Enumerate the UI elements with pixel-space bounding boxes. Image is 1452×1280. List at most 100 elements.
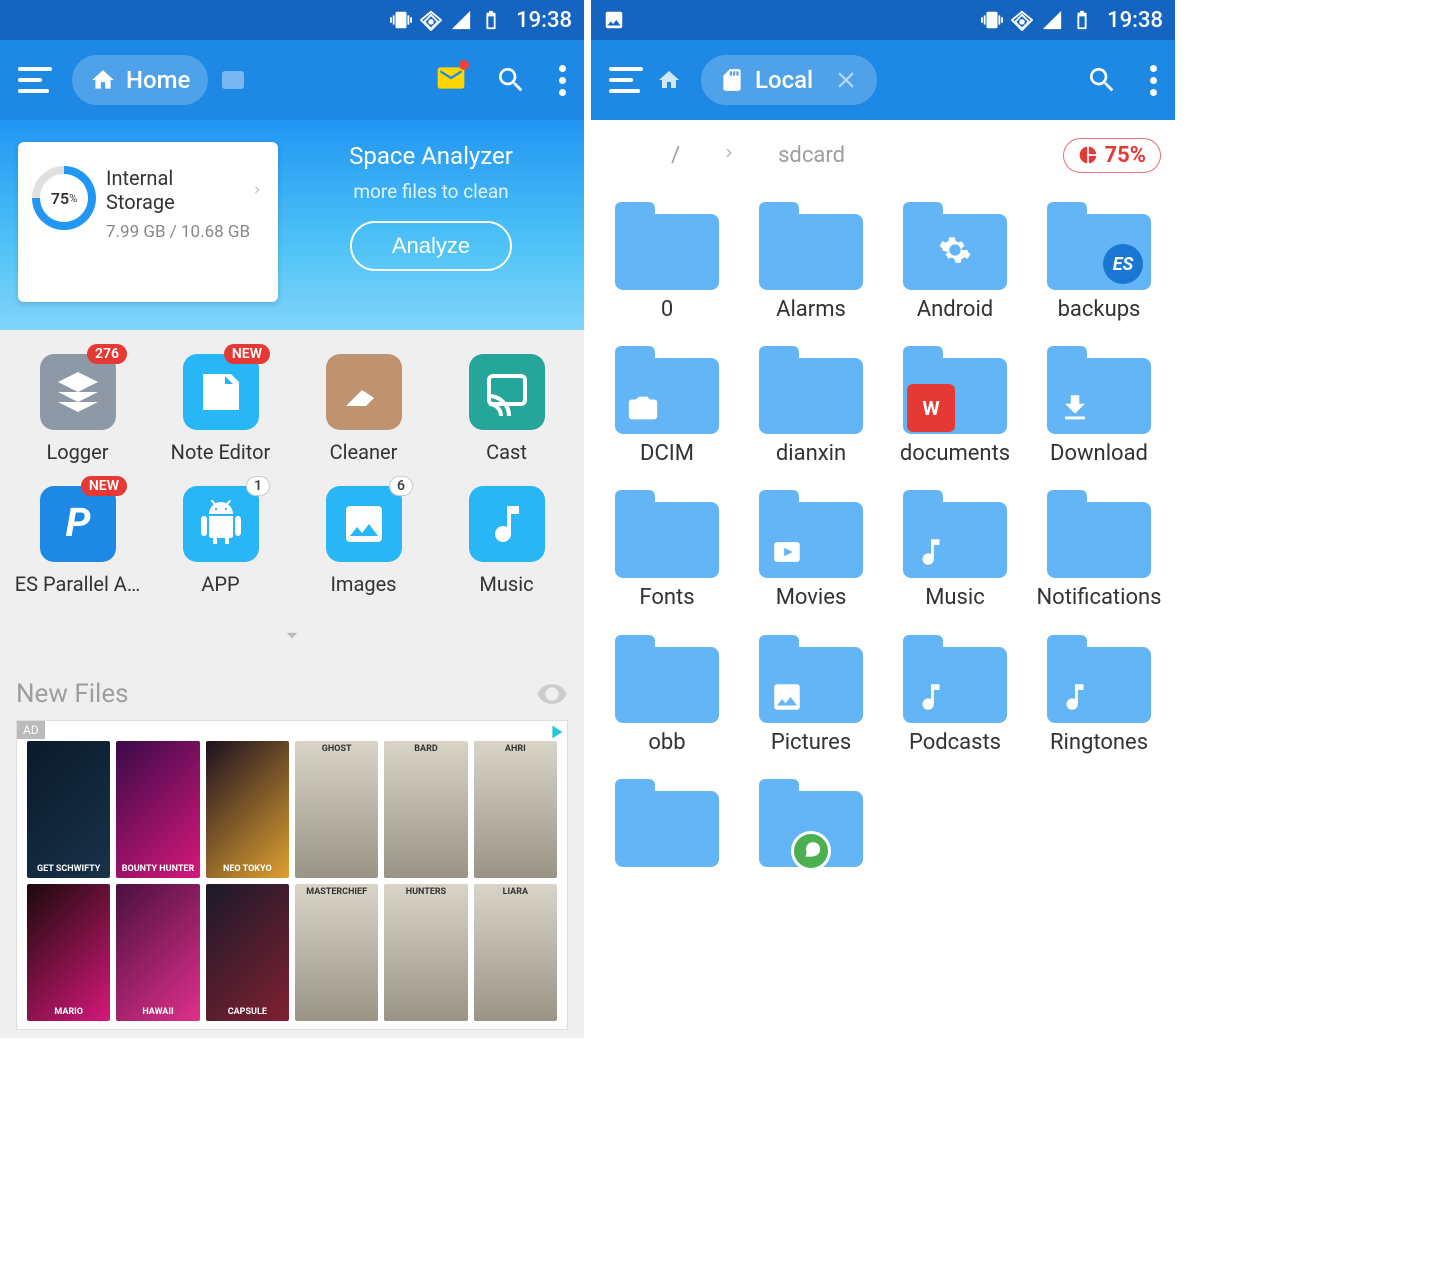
- folder-item[interactable]: Music: [883, 490, 1027, 610]
- shortcut-grid: 276LoggerNEWNote EditorCleanerCastNEWPES…: [0, 330, 584, 662]
- folder-icon: [615, 202, 719, 290]
- status-time: 19:38: [516, 8, 572, 33]
- shortcut-item[interactable]: Cast: [435, 354, 578, 464]
- folder-item[interactable]: 0: [595, 202, 739, 322]
- badge: NEW: [224, 344, 270, 364]
- hero-section: 75% Internal Storage 7.99 GB / 10.68 GB …: [0, 120, 584, 330]
- folder-label: Notifica­tions: [1027, 586, 1171, 610]
- folder-item[interactable]: [739, 779, 883, 875]
- ad-tag: AD: [17, 721, 45, 739]
- ad-tile[interactable]: MASTERCHIEF: [295, 884, 378, 1021]
- signal-icon: [1041, 9, 1063, 31]
- storage-pill[interactable]: 75%: [1063, 138, 1161, 173]
- shortcut-label: Cleaner: [292, 440, 435, 464]
- folder-item[interactable]: Android: [883, 202, 1027, 322]
- chevron-down-icon: [279, 622, 305, 648]
- folder-item[interactable]: obb: [595, 635, 739, 755]
- ad-tile[interactable]: LIARA: [474, 884, 557, 1021]
- more-button[interactable]: [555, 65, 570, 96]
- image-icon: [767, 677, 807, 717]
- ad-tile[interactable]: BOUNTY HUNTER: [116, 741, 199, 878]
- shortcut-item[interactable]: Music: [435, 486, 578, 596]
- ad-play-icon: [545, 721, 567, 747]
- eye-icon[interactable]: [536, 678, 568, 710]
- vibrate-icon: [390, 9, 412, 31]
- menu-button[interactable]: [18, 67, 52, 93]
- folder-item[interactable]: Podcasts: [883, 635, 1027, 755]
- folder-item[interactable]: Notifica­tions: [1027, 490, 1171, 610]
- home-icon: [90, 67, 116, 93]
- ad-tile[interactable]: HAWAII: [116, 884, 199, 1021]
- shortcut-item[interactable]: 1APP: [149, 486, 292, 596]
- ad-tile[interactable]: GET SCHWIFTY: [27, 741, 110, 878]
- local-chip[interactable]: Local: [701, 55, 877, 105]
- shortcut-item[interactable]: 6Images: [292, 486, 435, 596]
- mail-button[interactable]: [435, 62, 467, 98]
- more-button[interactable]: [1146, 65, 1161, 96]
- folder-item[interactable]: Download: [1027, 346, 1171, 466]
- folder-label: Movies: [739, 586, 883, 610]
- folder-item[interactable]: Fonts: [595, 490, 739, 610]
- ad-tile[interactable]: CAPSULE: [206, 884, 289, 1021]
- folder-label: Android: [883, 298, 1027, 322]
- folder-item[interactable]: dianxin: [739, 346, 883, 466]
- notification-dot-icon: [459, 60, 469, 70]
- storage-card[interactable]: 75% Internal Storage 7.99 GB / 10.68 GB: [18, 142, 278, 302]
- play-icon: [767, 532, 807, 572]
- shortcut-item[interactable]: Cleaner: [292, 354, 435, 464]
- home-chip-label: Home: [126, 66, 190, 94]
- android-icon: [183, 486, 259, 562]
- folder-item[interactable]: Alarms: [739, 202, 883, 322]
- folder-item[interactable]: [595, 779, 739, 875]
- shortcut-label: Cast: [435, 440, 578, 464]
- status-bar: 19:38: [591, 0, 1175, 40]
- ad-tile[interactable]: BARD: [384, 741, 467, 878]
- search-button[interactable]: [1086, 64, 1118, 96]
- folder-item[interactable]: DCIM: [595, 346, 739, 466]
- window-icon: [222, 71, 244, 89]
- home-chip[interactable]: Home: [72, 55, 208, 105]
- folder-item[interactable]: Movies: [739, 490, 883, 610]
- ad-tile[interactable]: HUNTERS: [384, 884, 467, 1021]
- folder-item[interactable]: Wdocuments: [883, 346, 1027, 466]
- folder-item[interactable]: ESbackups: [1027, 202, 1171, 322]
- cast-icon: [469, 354, 545, 430]
- image-icon: [326, 486, 402, 562]
- shortcut-label: Logger: [6, 440, 149, 464]
- shortcut-label: APP: [149, 572, 292, 596]
- menu-button[interactable]: [609, 67, 643, 93]
- home-icon[interactable]: [657, 68, 681, 92]
- music-icon: [911, 677, 951, 717]
- local-screen: 19:38 Local / sdcard 75% 0AlarmsAndroidE…: [591, 0, 1175, 1038]
- status-time: 19:38: [1107, 8, 1163, 33]
- pie-icon: [1078, 145, 1098, 165]
- analyzer-subtitle: more files to clean: [278, 180, 584, 203]
- ad-tile[interactable]: AHRI: [474, 741, 557, 878]
- shortcut-item[interactable]: NEWNote Editor: [149, 354, 292, 464]
- close-icon[interactable]: [833, 67, 859, 93]
- shortcut-label: Note Editor: [149, 440, 292, 464]
- folder-item[interactable]: Pictures: [739, 635, 883, 755]
- folder-icon: [903, 202, 1007, 290]
- expand-button[interactable]: [6, 618, 578, 656]
- ad-frame[interactable]: AD GET SCHWIFTYBOUNTY HUNTERNEO TOKYOGHO…: [16, 720, 568, 1030]
- search-button[interactable]: [495, 64, 527, 96]
- shortcut-item[interactable]: NEWPES Parallel A…: [6, 486, 149, 596]
- folder-icon: [615, 490, 719, 578]
- wps-icon: W: [907, 384, 955, 432]
- new-files-header: New Files: [0, 662, 584, 720]
- vibrate-icon: [981, 9, 1003, 31]
- ad-tile[interactable]: MARIO: [27, 884, 110, 1021]
- shortcut-item[interactable]: 276Logger: [6, 354, 149, 464]
- badge: 6: [389, 476, 413, 496]
- folder-icon: [615, 346, 719, 434]
- breadcrumb-current[interactable]: sdcard: [738, 143, 885, 168]
- ad-tile[interactable]: GHOST: [295, 741, 378, 878]
- shortcut-label: Images: [292, 572, 435, 596]
- analyzer-panel: Space Analyzer more files to clean Analy…: [278, 120, 584, 330]
- breadcrumb-root[interactable]: /: [631, 143, 720, 168]
- ad-tile[interactable]: NEO TOKYO: [206, 741, 289, 878]
- analyze-button[interactable]: Analyze: [350, 221, 512, 271]
- folder-item[interactable]: Ringtones: [1027, 635, 1171, 755]
- folder-label: Pictures: [739, 731, 883, 755]
